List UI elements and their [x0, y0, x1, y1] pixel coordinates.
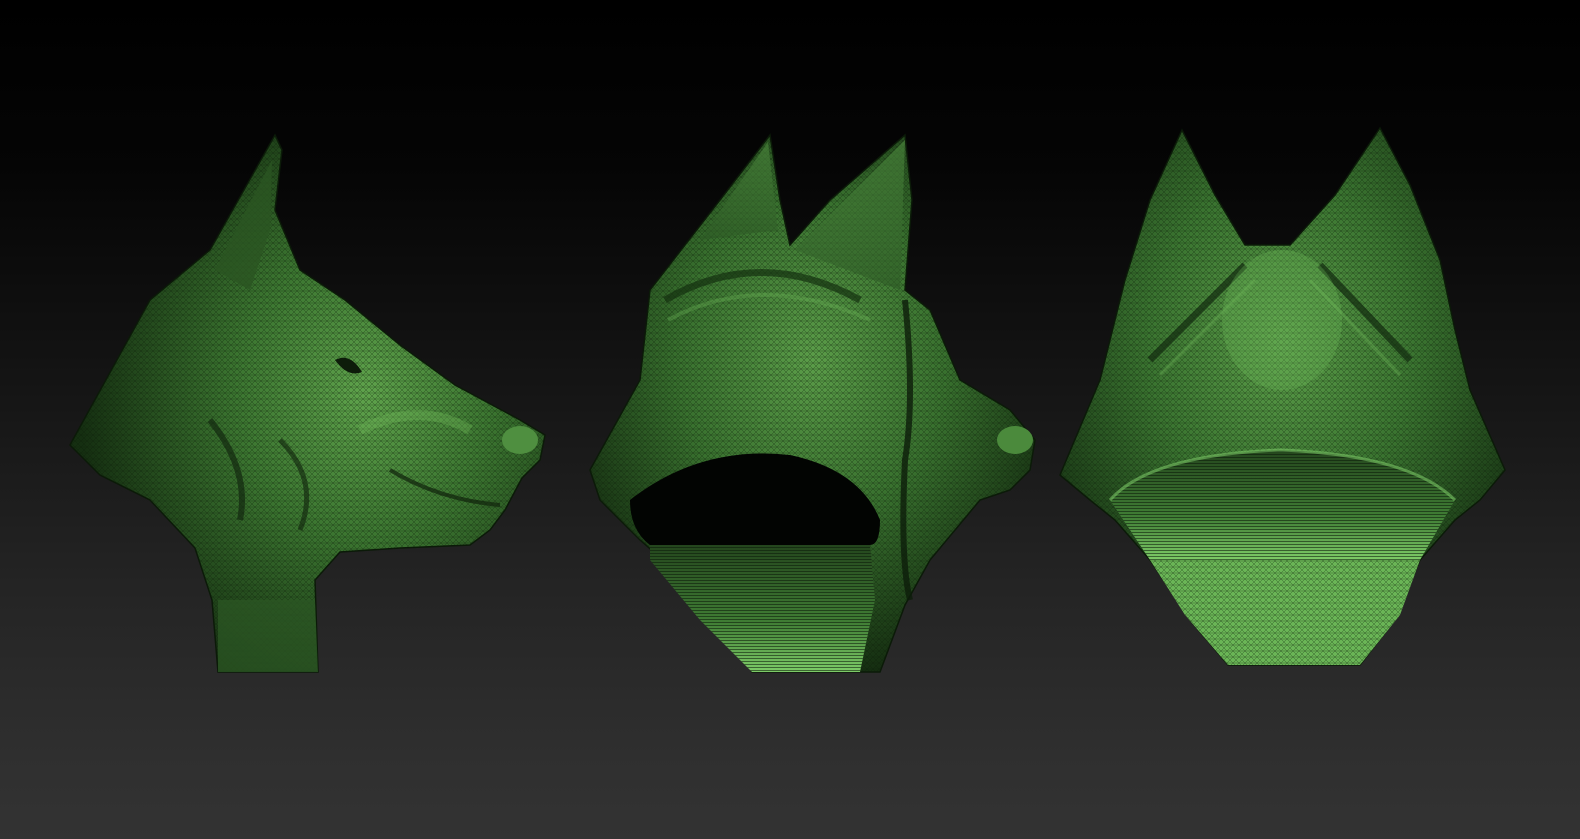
- dog-head-side-view: [69, 133, 546, 673]
- render-viewport[interactable]: [0, 0, 1580, 839]
- dog-head-back-view: [1059, 126, 1506, 666]
- dog-head-three-quarter-view: [589, 133, 1036, 673]
